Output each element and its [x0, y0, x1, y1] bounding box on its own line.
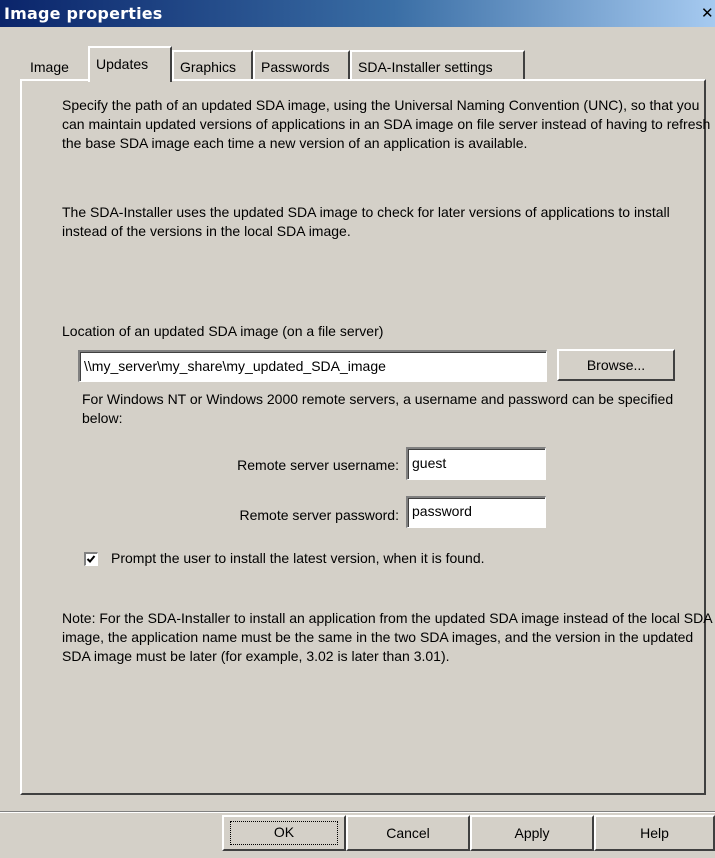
- remote-info: For Windows NT or Windows 2000 remote se…: [82, 391, 674, 426]
- apply-button[interactable]: Apply: [470, 815, 594, 851]
- ok-button[interactable]: OK: [222, 815, 346, 851]
- tab-image[interactable]: Image: [22, 50, 88, 80]
- tab-label: Updates: [96, 56, 149, 72]
- prompt-checkbox[interactable]: [84, 552, 98, 566]
- tab-label: SDA-Installer settings: [358, 59, 493, 75]
- tab-label: Image: [30, 59, 69, 75]
- password-label: Remote server password:: [239, 507, 399, 523]
- password-input[interactable]: password: [406, 496, 546, 528]
- location-label: Location of an updated SDA image (on a f…: [62, 323, 384, 339]
- title-bar[interactable]: Image properties ✕: [0, 0, 715, 27]
- window-title: Image properties: [4, 4, 163, 23]
- intro-paragraph: Specify the path of an updated SDA image…: [62, 97, 711, 151]
- tab-graphics[interactable]: Graphics: [172, 50, 253, 80]
- note-text: Note: For the SDA-Installer to install a…: [62, 610, 712, 664]
- tab-label: Graphics: [180, 59, 237, 75]
- browse-button[interactable]: Browse...: [557, 349, 675, 381]
- tab-label: Passwords: [261, 59, 330, 75]
- checkmark-icon: [86, 555, 96, 563]
- bottom-separator: [0, 811, 715, 813]
- cancel-button[interactable]: Cancel: [346, 815, 470, 851]
- tab-panel-updates: [20, 79, 706, 795]
- help-button[interactable]: Help: [594, 815, 715, 851]
- tab-passwords[interactable]: Passwords: [253, 50, 350, 80]
- prompt-label[interactable]: Prompt the user to install the latest ve…: [111, 549, 485, 568]
- ok-label: OK: [230, 821, 338, 845]
- tab-updates[interactable]: Updates: [88, 46, 172, 82]
- username-label: Remote server username:: [237, 457, 399, 473]
- location-input[interactable]: \\my_server\my_share\my_updated_SDA_imag…: [78, 350, 547, 382]
- close-icon[interactable]: ✕: [701, 5, 715, 22]
- tab-sda-installer-settings[interactable]: SDA-Installer settings: [350, 50, 525, 80]
- username-input[interactable]: guest: [406, 447, 546, 480]
- intro-paragraph-2: The SDA-Installer uses the updated SDA i…: [62, 204, 670, 239]
